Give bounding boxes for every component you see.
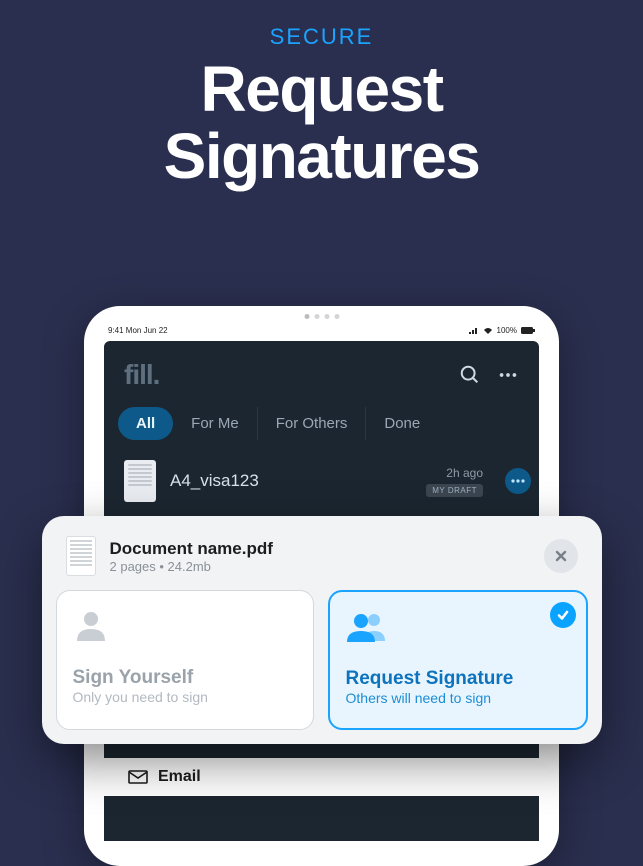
search-icon[interactable] xyxy=(459,364,481,386)
sign-yourself-sub: Only you need to sign xyxy=(73,689,297,705)
document-title: A4_visa123 xyxy=(170,471,259,491)
document-thumbnail-icon xyxy=(124,460,156,502)
tab-all[interactable]: All xyxy=(118,407,173,440)
headline-line-2: Signatures xyxy=(164,120,480,192)
document-row[interactable]: A4_visa123 2h ago MY DRAFT xyxy=(104,454,539,508)
person-icon xyxy=(73,607,297,643)
status-bar: 9:41 Mon Jun 22 100% xyxy=(104,326,539,341)
wifi-icon xyxy=(483,327,493,334)
request-signature-title: Request Signature xyxy=(346,668,570,690)
page-title: Request Signatures xyxy=(0,56,643,190)
tab-bar: All For Me For Others Done xyxy=(104,401,539,454)
close-button[interactable] xyxy=(544,539,578,573)
headline-line-1: Request xyxy=(201,53,443,125)
email-label: Email xyxy=(158,768,201,786)
request-signature-sub: Others will need to sign xyxy=(346,690,570,706)
tab-for-me[interactable]: For Me xyxy=(173,407,258,440)
email-icon xyxy=(128,770,148,784)
document-time: 2h ago xyxy=(446,466,483,480)
sheet-document-title: Document name.pdf xyxy=(110,539,273,559)
email-row[interactable]: Email xyxy=(104,758,539,796)
close-icon xyxy=(554,549,568,563)
sheet-thumbnail-icon xyxy=(66,536,96,576)
sign-yourself-title: Sign Yourself xyxy=(73,667,297,689)
tab-done[interactable]: Done xyxy=(366,407,438,440)
draft-badge: MY DRAFT xyxy=(426,484,483,497)
brand-logo: fill. xyxy=(124,359,159,391)
tab-for-others[interactable]: For Others xyxy=(258,407,367,440)
action-sheet: Document name.pdf 2 pages • 24.2mb Sign … xyxy=(42,516,602,744)
camera-dots xyxy=(304,314,339,319)
status-time: 9:41 Mon Jun 22 xyxy=(108,326,168,335)
dots-icon xyxy=(511,479,525,483)
people-icon xyxy=(346,608,570,644)
sheet-document-meta: 2 pages • 24.2mb xyxy=(110,559,273,574)
selected-check xyxy=(550,602,576,628)
check-icon xyxy=(556,608,570,622)
more-icon[interactable] xyxy=(497,364,519,386)
eyebrow: SECURE xyxy=(0,24,643,50)
request-signature-option[interactable]: Request Signature Others will need to si… xyxy=(328,590,588,730)
battery-icon xyxy=(521,327,535,334)
battery-label: 100% xyxy=(497,326,517,335)
row-more-button[interactable] xyxy=(505,468,531,494)
signal-icon xyxy=(469,327,479,334)
sign-yourself-option[interactable]: Sign Yourself Only you need to sign xyxy=(56,590,314,730)
brand-dot: . xyxy=(153,359,160,390)
brand-text: fill xyxy=(124,359,153,390)
